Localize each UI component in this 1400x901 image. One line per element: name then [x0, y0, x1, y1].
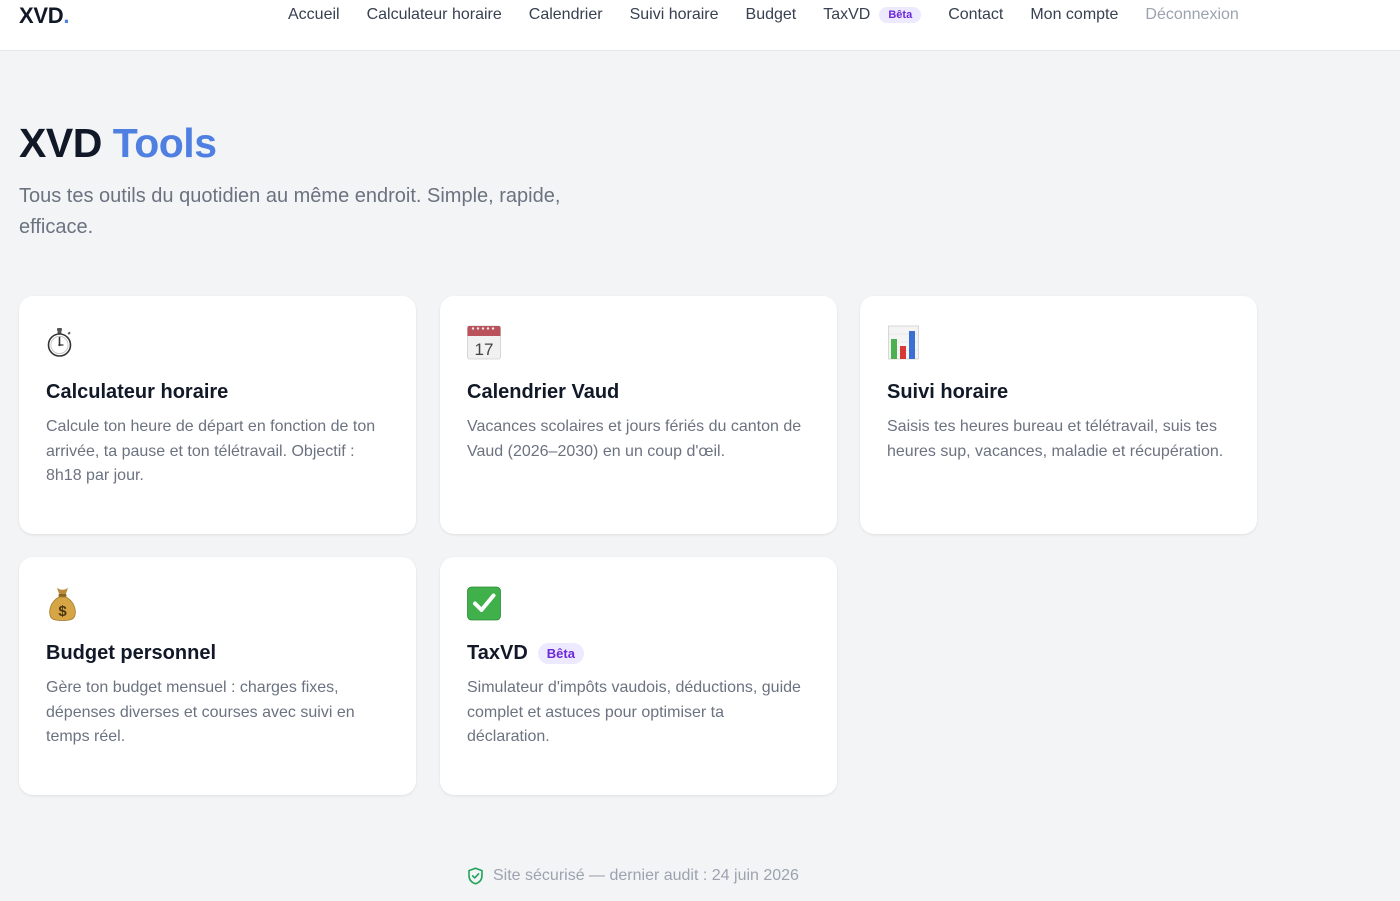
brand-dot: .	[63, 3, 70, 28]
card-description: Vacances scolaires et jours fériés du ca…	[467, 418, 802, 460]
svg-text:$: $	[58, 603, 67, 620]
page-title: XVD Tools	[19, 120, 217, 167]
card-description: Gère ton budget mensuel : charges fixes,…	[46, 679, 355, 745]
main-nav: Accueil Calculateur horaire Calendrier S…	[288, 6, 1239, 24]
card-budget-personnel[interactable]: $ Budget personnel Gère ton budget mensu…	[19, 557, 416, 795]
nav-item-calendrier[interactable]: Calendrier	[529, 6, 603, 24]
navbar: XVD. Accueil Calculateur horaire Calendr…	[0, 0, 1400, 51]
stopwatch-icon	[46, 324, 86, 364]
card-description: Simulateur d'impôts vaudois, déductions,…	[467, 679, 801, 745]
card-title: Suivi horaire	[887, 380, 1009, 403]
card-title-text: TaxVD	[467, 641, 528, 664]
page-title-main: XVD	[19, 120, 102, 166]
calendar-icon: 17	[467, 324, 507, 364]
security-footer: Site sécurisé — dernier audit : 24 juin …	[467, 867, 799, 885]
nav-item-accueil[interactable]: Accueil	[288, 6, 340, 24]
nav-item-deconnexion[interactable]: Déconnexion	[1145, 6, 1238, 24]
card-calculateur-horaire[interactable]: Calculateur horaire Calcule ton heure de…	[19, 296, 416, 534]
page-subtitle: Tous tes outils du quotidien au même end…	[19, 185, 561, 238]
footer-text: Site sécurisé — dernier audit : 24 juin …	[493, 867, 799, 884]
brand-logo[interactable]: XVD.	[19, 3, 69, 29]
card-title: Calendrier Vaud	[467, 380, 620, 403]
card-description: Saisis tes heures bureau et télétravail,…	[887, 418, 1224, 460]
card-taxvd[interactable]: TaxVD Bêta Simulateur d'impôts vaudois, d…	[440, 557, 837, 795]
shield-check-icon	[468, 867, 483, 885]
nav-item-taxvd[interactable]: TaxVD Bêta	[823, 6, 922, 24]
nav-item-mon-compte[interactable]: Mon compte	[1030, 6, 1118, 24]
beta-badge: Bêta	[537, 642, 584, 664]
bar-chart-icon	[887, 324, 927, 364]
nav-item-contact[interactable]: Contact	[948, 6, 1003, 24]
page-title-accent: Tools	[112, 120, 217, 166]
nav-item-suivi-horaire[interactable]: Suivi horaire	[630, 6, 719, 24]
nav-item-budget[interactable]: Budget	[746, 6, 797, 24]
nav-item-calculateur-horaire[interactable]: Calculateur horaire	[367, 6, 502, 24]
nav-item-taxvd-label: TaxVD	[823, 6, 871, 23]
card-title: Calculateur horaire	[46, 380, 229, 403]
card-title: Budget personnel	[46, 641, 217, 664]
card-suivi-horaire[interactable]: Suivi horaire Saisis tes heures bureau e…	[860, 296, 1257, 534]
beta-badge: Bêta	[879, 7, 922, 23]
brand-name: XVD	[19, 3, 64, 28]
money-bag-icon: $	[46, 585, 86, 625]
card-title: TaxVD Bêta	[467, 640, 810, 666]
calendar-icon-day: 17	[475, 340, 494, 359]
card-description: Calcule ton heure de départ en fonction …	[46, 418, 376, 484]
check-mark-icon	[467, 585, 507, 625]
card-calendrier-vaud[interactable]: 17 Calendrier Vaud Vacances scolaires et…	[440, 296, 837, 534]
